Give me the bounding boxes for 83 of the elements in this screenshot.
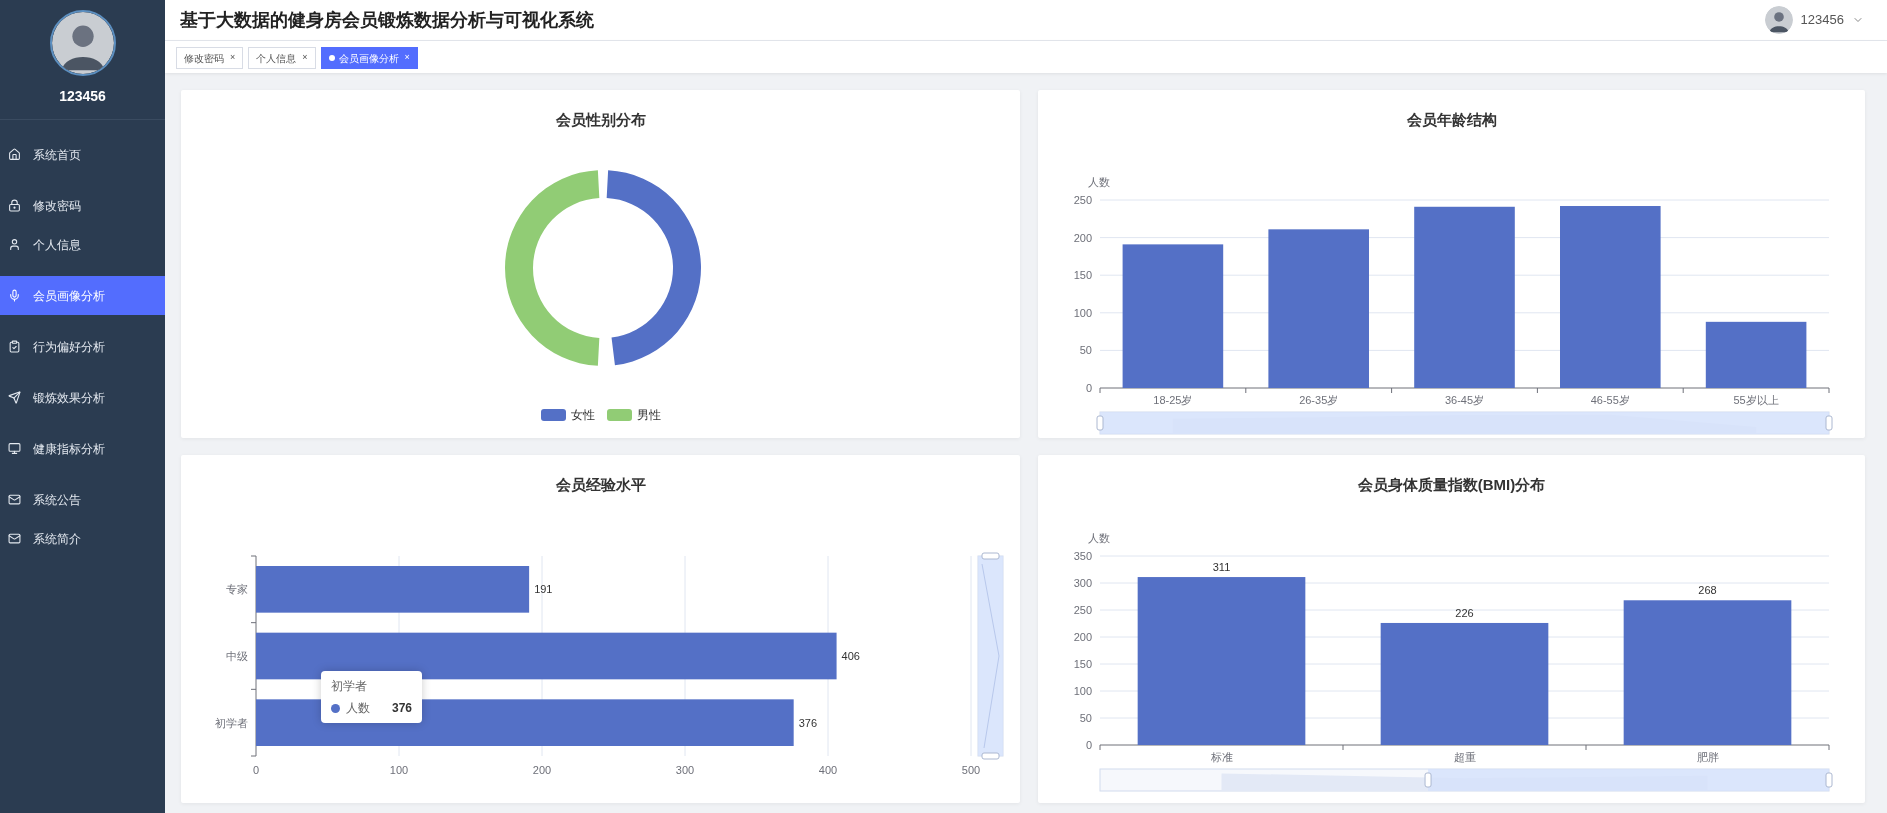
- lock-icon: [8, 199, 21, 212]
- axis-label: 200: [1073, 231, 1092, 244]
- user-icon: [8, 238, 21, 251]
- axis-label: 200: [1073, 631, 1092, 643]
- axis-label: 0: [1085, 739, 1092, 751]
- axis-label: 中级: [226, 650, 248, 662]
- zoom-slider[interactable]: [1099, 768, 1832, 792]
- axis-label: 专家: [226, 583, 248, 596]
- menu-item[interactable]: 健康指标分析: [0, 429, 165, 468]
- axis-label: 标准: [1210, 751, 1232, 763]
- tab[interactable]: 个人信息 ×: [248, 47, 316, 69]
- legend-label[interactable]: 女性: [570, 406, 595, 424]
- axis-label: 150: [1073, 269, 1092, 282]
- zoom-slider[interactable]: [1096, 411, 1832, 435]
- menu-item[interactable]: 修改密码: [0, 186, 165, 225]
- menu-item[interactable]: 个人信息: [0, 225, 165, 264]
- monitor-icon: [8, 442, 21, 455]
- menu-item[interactable]: 系统简介: [0, 519, 165, 558]
- value-label: 406: [841, 650, 860, 662]
- axis-label: 100: [389, 764, 409, 776]
- series-name: 人数: [346, 700, 370, 717]
- axis-label: 初学者: [215, 716, 248, 729]
- axis-label: 55岁以上: [1732, 394, 1779, 406]
- menu-item[interactable]: 行为偏好分析: [0, 327, 165, 366]
- bar[interactable]: [256, 699, 794, 746]
- axis-label: 18-25岁: [1152, 394, 1192, 406]
- bar[interactable]: [256, 632, 837, 680]
- microphone-icon: [8, 289, 21, 302]
- tab-close[interactable]: ×: [302, 51, 308, 65]
- tooltip-title: 初学者: [331, 678, 368, 695]
- tab[interactable]: 修改密码 ×: [176, 47, 244, 69]
- mail-icon: [8, 493, 21, 506]
- user-name: 123456: [59, 87, 106, 106]
- paper-plane-icon: [8, 391, 21, 404]
- chart-title: 会员年龄结构: [1406, 109, 1497, 130]
- tab-close[interactable]: ×: [404, 51, 410, 65]
- menu-item[interactable]: 系统公告: [0, 480, 165, 519]
- value-label: 311: [1212, 561, 1230, 574]
- axis-title: 人数: [1087, 176, 1110, 188]
- value-label: 376: [798, 716, 818, 729]
- mail-icon: [8, 532, 21, 545]
- avatar: [1764, 6, 1793, 34]
- axis-label: 26-35岁: [1298, 394, 1338, 406]
- axis-label: 0: [1085, 382, 1092, 394]
- axis-label: 50: [1079, 712, 1092, 724]
- axis-label: 0: [252, 764, 260, 776]
- axis-label: 100: [1073, 306, 1092, 319]
- clipboard-icon: [8, 340, 21, 353]
- axis-label: 150: [1073, 658, 1092, 670]
- axis-label: 500: [961, 764, 981, 776]
- axis-label: 46-55岁: [1590, 394, 1630, 406]
- user-name[interactable]: 123456: [1800, 10, 1844, 30]
- axis-label: 250: [1073, 604, 1092, 616]
- value-label: 191: [534, 583, 553, 596]
- axis-label: 350: [1073, 550, 1092, 562]
- series-value: 376: [392, 700, 413, 717]
- axis-title: 人数: [1087, 532, 1110, 544]
- axis-label: 36-45岁: [1444, 394, 1484, 406]
- axis-label: 200: [532, 764, 552, 776]
- axis-label: 300: [675, 764, 695, 776]
- chart-title: 会员性别分布: [555, 109, 646, 130]
- axis-label: 400: [818, 764, 838, 776]
- chart-title: 会员身体质量指数(BMI)分布: [1357, 474, 1546, 495]
- zoom-slider[interactable]: [977, 552, 1004, 760]
- axis-label: 100: [1073, 685, 1092, 697]
- app-title: 基于大数据的健身房会员锻炼数据分析与可视化系统: [180, 8, 594, 32]
- menu-item[interactable]: 会员画像分析: [0, 276, 165, 315]
- value-label: 268: [1697, 584, 1717, 597]
- axis-label: 300: [1073, 577, 1092, 589]
- legend-label[interactable]: 男性: [636, 406, 661, 424]
- axis-label: 肥胖: [1696, 751, 1718, 763]
- value-label: 226: [1454, 606, 1474, 619]
- chart-title: 会员经验水平: [555, 474, 646, 495]
- menu-item[interactable]: 系统首页: [0, 135, 165, 174]
- tab-close[interactable]: ×: [230, 51, 236, 65]
- axis-label: 超重: [1453, 751, 1475, 763]
- avatar: [51, 12, 114, 74]
- bar[interactable]: [1705, 321, 1806, 388]
- axis-label: 50: [1079, 344, 1092, 357]
- axis-label: 250: [1073, 194, 1092, 206]
- home-icon: [8, 148, 21, 161]
- menu-item[interactable]: 锻炼效果分析: [0, 378, 165, 417]
- tab[interactable]: 会员画像分析 ×: [320, 47, 418, 69]
